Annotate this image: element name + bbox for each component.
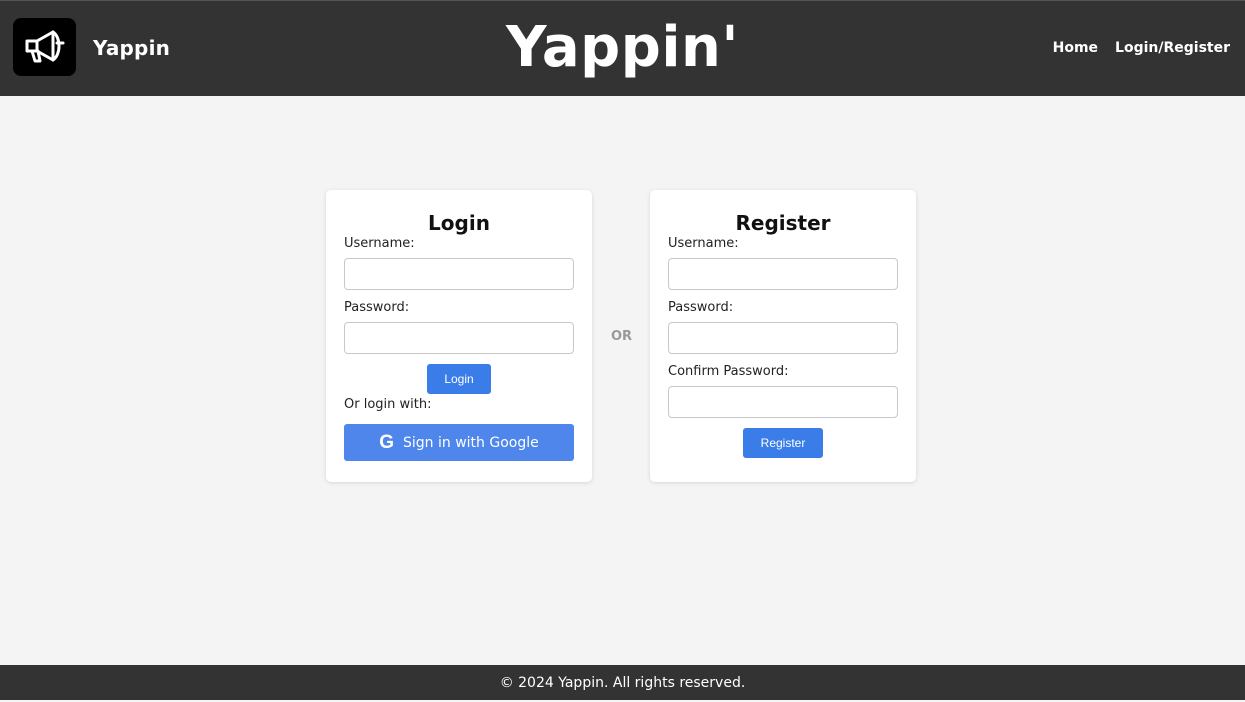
register-button[interactable]: Register <box>743 428 823 458</box>
register-title: Register <box>735 211 831 235</box>
or-divider: OR <box>611 329 633 344</box>
nav-home-link[interactable]: Home <box>1053 40 1098 56</box>
login-button[interactable]: Login <box>427 364 491 394</box>
or-login-with-label: Or login with: <box>344 397 432 412</box>
main-nav: Home Login/Register <box>1053 40 1230 56</box>
nav-login-register-link[interactable]: Login/Register <box>1115 40 1230 56</box>
site-footer: © 2024 Yappin. All rights reserved. <box>0 665 1245 700</box>
register-confirm-password-label: Confirm Password: <box>668 364 789 379</box>
register-password-input[interactable] <box>668 322 898 354</box>
login-username-input[interactable] <box>344 258 574 290</box>
footer-copyright: © 2024 Yappin. All rights reserved. <box>499 675 746 691</box>
login-title: Login <box>428 211 490 235</box>
register-password-label: Password: <box>668 300 734 315</box>
google-signin-button[interactable]: G Sign in with Google <box>344 424 574 461</box>
login-card: Login Username: Password: Login Or login… <box>326 190 592 482</box>
register-confirm-password-input[interactable] <box>668 386 898 418</box>
login-password-input[interactable] <box>344 322 574 354</box>
google-signin-label: Sign in with Google <box>403 434 539 451</box>
register-username-input[interactable] <box>668 258 898 290</box>
login-password-label: Password: <box>344 300 410 315</box>
login-username-label: Username: <box>344 236 415 251</box>
site-header: Yappin Yappin' Home Login/Register <box>0 0 1245 96</box>
google-g-icon: G <box>379 432 395 453</box>
register-card: Register Username: Password: Confirm Pas… <box>650 190 916 482</box>
register-username-label: Username: <box>668 236 739 251</box>
